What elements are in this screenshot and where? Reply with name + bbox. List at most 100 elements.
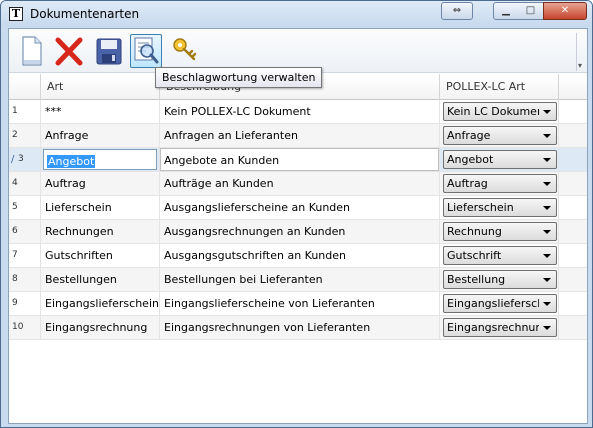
key-button[interactable] [169,34,201,68]
row-number[interactable]: 1 [9,100,41,123]
cell-art[interactable]: Eingangsrechnung [41,316,160,339]
dropdown-arrow-icon [543,134,551,138]
pollex-art-dropdown[interactable]: Auftrag [443,174,557,193]
dropdown-arrow-icon [543,182,551,186]
cell-beschreibung[interactable]: Kein POLLEX-LC Dokument [160,100,440,123]
cell-beschreibung[interactable]: Bestellungen bei Lieferanten [160,268,440,291]
row-number[interactable]: 10 [9,316,41,339]
table-row[interactable]: 1 *** Kein POLLEX-LC Dokument Kein LC Dokum… [9,100,587,124]
table-row[interactable]: 5 Lieferschein Ausgangslieferscheine an Ku… [9,196,587,220]
cell-pollex-art: Bestellung [440,268,559,291]
cell-pollex-art: Auftrag [440,172,559,195]
row-number[interactable]: 9 [9,292,41,315]
cell-filler [559,196,587,219]
cell-beschreibung[interactable]: Eingangslieferscheine von Lieferanten [160,292,440,315]
row-number[interactable]: /3 [9,148,41,171]
dropdown-value: Rechnung [447,225,502,238]
row-number[interactable]: 4 [9,172,41,195]
cell-beschreibung[interactable]: Ausgangsgutschriften an Kunden [160,244,440,267]
cell-pollex-art: Angebot [440,148,559,171]
minimize-button[interactable]: ▁ [493,2,519,20]
cell-art[interactable]: Angebot [41,148,160,171]
window-title: Dokumentenarten [30,7,140,21]
header-art[interactable]: Art [41,74,160,100]
cell-beschreibung[interactable]: Ausgangslieferscheine an Kunden [160,196,440,219]
cell-art[interactable]: Gutschriften [41,244,160,267]
header-filler [559,74,587,100]
cell-filler [559,244,587,267]
app-icon: T [9,7,23,21]
keywording-button[interactable] [130,34,162,68]
dropdown-arrow-icon [543,230,551,234]
pollex-art-dropdown[interactable]: Lieferschein [443,198,557,217]
key-icon [173,38,197,61]
dropdown-value: Bestellung [447,273,506,286]
cell-beschreibung[interactable]: Ausgangsrechnungen an Kunden [160,220,440,243]
dropdown-arrow-icon [543,278,551,282]
cell-art[interactable]: Auftrag [41,172,160,195]
document-icon [22,36,42,66]
red-x-icon [55,37,83,66]
cell-beschreibung[interactable]: Eingangsrechnungen von Lieferanten [160,316,440,339]
edit-marker-icon: / [11,154,15,165]
table-row[interactable]: /3 Angebot Angebote an Kunden Angebot [9,148,587,172]
dropdown-value: Lieferschein [447,201,514,214]
dropdown-value: Gutschrift [447,249,502,262]
row-number-label: 3 [18,154,24,164]
dropdown-value: Anfrage [447,129,491,142]
row-number[interactable]: 7 [9,244,41,267]
title-bar[interactable]: T Dokumentenarten ⇔ ▁ □ ✕ [1,1,592,27]
pollex-art-dropdown[interactable]: Anfrage [443,126,557,145]
pollex-art-dropdown[interactable]: Eingangslieferschein [443,294,557,313]
pollex-art-dropdown[interactable]: Angebot [443,150,557,169]
dropdown-arrow-icon [543,158,551,162]
cell-beschreibung[interactable]: Angebote an Kunden [160,148,440,171]
table-row[interactable]: 10 Eingangsrechnung Eingangsrechnungen von… [9,316,587,340]
dropdown-arrow-icon [543,206,551,210]
cell-pollex-art: Eingangsrechnung [440,316,559,339]
dropdown-value: Auftrag [447,177,488,190]
cell-art[interactable]: *** [41,100,160,123]
art-edit-field[interactable]: Angebot [43,149,157,170]
cell-art[interactable]: Rechnungen [41,220,160,243]
table-row[interactable]: 6 Rechnungen Ausgangsrechnungen an Kunden R… [9,220,587,244]
new-document-button[interactable] [15,34,47,68]
cell-beschreibung[interactable]: Anfragen an Lieferanten [160,124,440,147]
save-button[interactable] [92,34,124,68]
beschreibung-edit-field[interactable]: Angebote an Kunden [160,148,439,171]
tooltip-keywording: Beschlagwortung verwalten [155,67,323,88]
dropdown-arrow-icon [543,302,551,306]
toolbar-overflow-button[interactable]: ▾ [576,33,586,71]
row-number[interactable]: 8 [9,268,41,291]
pollex-art-dropdown[interactable]: Kein LC Dokument [443,102,557,121]
row-number[interactable]: 5 [9,196,41,219]
pollex-art-dropdown[interactable]: Rechnung [443,222,557,241]
pollex-art-dropdown[interactable]: Eingangsrechnung [443,318,557,337]
resize-arrows-button[interactable]: ⇔ [441,2,473,20]
cell-pollex-art: Rechnung [440,220,559,243]
table-row[interactable]: 7 Gutschriften Ausgangsgutschriften an Kun… [9,244,587,268]
row-number[interactable]: 2 [9,124,41,147]
table-row[interactable]: 8 Bestellungen Bestellungen bei Lieferante… [9,268,587,292]
close-button[interactable]: ✕ [543,2,587,20]
cell-art[interactable]: Lieferschein [41,196,160,219]
cell-art[interactable]: Eingangslieferschein [41,292,160,315]
cell-art[interactable]: Bestellungen [41,268,160,291]
dropdown-arrow-icon [543,110,551,114]
cell-art[interactable]: Anfrage [41,124,160,147]
row-number[interactable]: 6 [9,220,41,243]
table-row[interactable]: 4 Auftrag Aufträge an Kunden Auftrag [9,172,587,196]
pollex-art-dropdown[interactable]: Bestellung [443,270,557,289]
cell-filler [559,316,587,339]
dropdown-value: Angebot [447,153,494,166]
table-row[interactable]: 9 Eingangslieferschein Eingangslieferschei… [9,292,587,316]
cell-beschreibung[interactable]: Aufträge an Kunden [160,172,440,195]
chevron-down-icon: ▾ [578,61,583,70]
table-row[interactable]: 2 Anfrage Anfragen an Lieferanten Anfrage [9,124,587,148]
cell-filler [559,172,587,195]
maximize-button[interactable]: □ [518,2,544,20]
dokumentenarten-window: T Dokumentenarten ⇔ ▁ □ ✕ ▾ Beschlagwort… [0,0,593,428]
delete-button[interactable] [53,34,85,68]
header-pollex-art[interactable]: POLLEX-LC Art [440,74,559,100]
pollex-art-dropdown[interactable]: Gutschrift [443,246,557,265]
